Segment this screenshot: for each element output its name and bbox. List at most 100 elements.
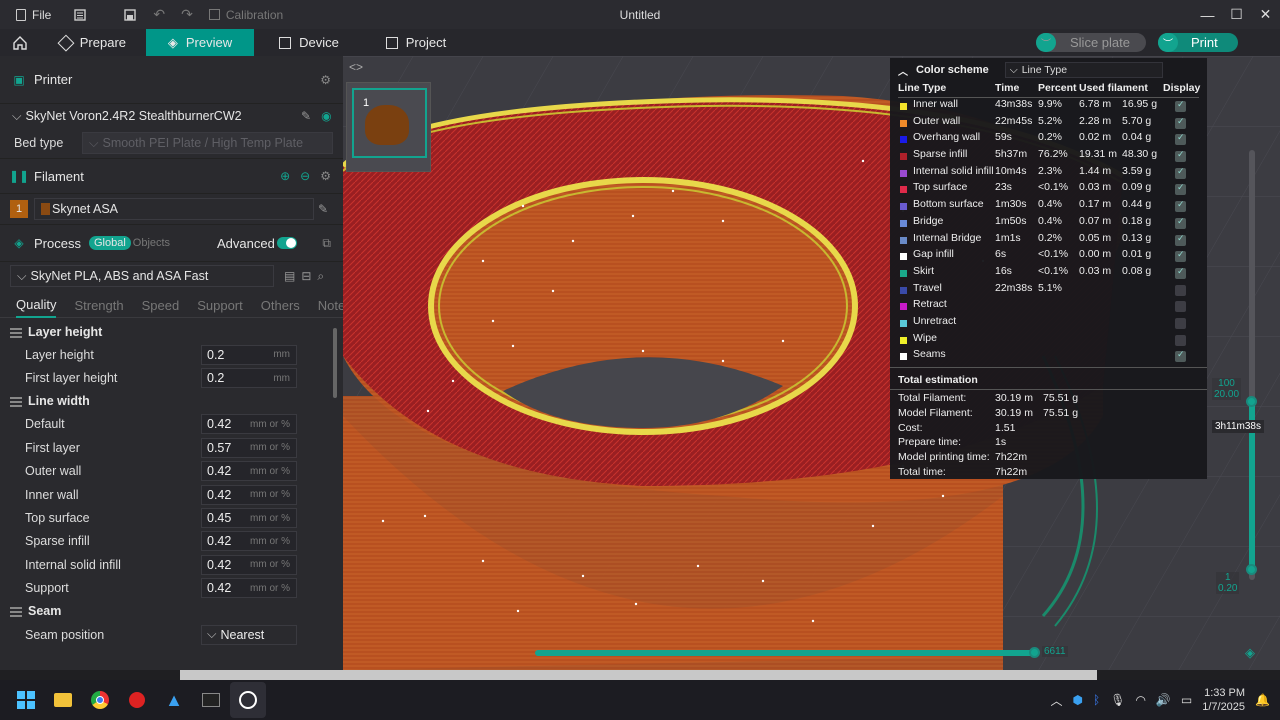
home-icon[interactable]: [0, 29, 40, 56]
add-filament-icon[interactable]: ⊕: [280, 169, 290, 183]
legend-display-checkbox[interactable]: [1175, 199, 1186, 213]
param-input[interactable]: 0.42 mm or %: [201, 531, 297, 552]
maximize-icon[interactable]: ☐: [1222, 0, 1251, 29]
tab-quality[interactable]: Quality: [16, 294, 57, 318]
color-scheme-label: Color scheme: [916, 64, 989, 76]
wifi-tray-icon[interactable]: ◠: [1135, 693, 1145, 707]
undo-icon[interactable]: ↶: [145, 0, 173, 29]
notification-bell-icon[interactable]: 🔔: [1255, 693, 1270, 707]
calibration-menu[interactable]: Calibration: [201, 0, 291, 29]
param-input[interactable]: 0.42 mm or %: [201, 461, 297, 482]
orca-slicer-icon[interactable]: [230, 682, 266, 718]
collapse-legend-icon[interactable]: ︿: [898, 63, 908, 78]
layers-view-icon[interactable]: ◈: [1245, 645, 1255, 661]
bed-type-select[interactable]: ⌵ Smooth PEI Plate / High Temp Plate: [82, 132, 333, 154]
tab-support[interactable]: Support: [197, 298, 243, 313]
edit-printer-icon[interactable]: ✎: [301, 109, 311, 123]
tray-chevron-icon[interactable]: ︿: [1051, 692, 1063, 709]
printer-settings-icon[interactable]: ⚙: [320, 73, 331, 87]
group-icon: [10, 325, 22, 338]
legend-display-checkbox[interactable]: [1175, 317, 1186, 329]
layer-slider-top-handle[interactable]: [1246, 396, 1257, 407]
legend-display-checkbox[interactable]: [1175, 284, 1186, 296]
volume-icon[interactable]: 🔊: [1156, 693, 1171, 707]
param-input[interactable]: 0.57 mm or %: [201, 437, 297, 458]
legend-display-checkbox[interactable]: [1175, 349, 1186, 363]
tab-device[interactable]: Device: [254, 29, 364, 56]
param-input[interactable]: 0.42 mm or %: [201, 414, 297, 435]
process-compare-icon[interactable]: ⧉: [322, 236, 331, 251]
param-input[interactable]: 0.42 mm or %: [201, 578, 297, 599]
layer-slider-bottom-handle[interactable]: [1246, 564, 1257, 575]
group-layer-height: Layer height: [0, 320, 343, 343]
terminal-icon[interactable]: [193, 682, 229, 718]
collapse-sidebar-icon[interactable]: <>: [349, 60, 363, 74]
legend-display-checkbox[interactable]: [1175, 149, 1186, 163]
tab-others[interactable]: Others: [261, 298, 300, 313]
legend-display-checkbox[interactable]: [1175, 132, 1186, 146]
close-icon[interactable]: ✕: [1251, 0, 1280, 29]
clock[interactable]: 1:33 PM 1/7/2025: [1202, 686, 1245, 714]
remove-filament-icon[interactable]: ⊖: [300, 169, 310, 183]
tab-speed[interactable]: Speed: [142, 298, 180, 313]
legend-display-checkbox[interactable]: [1175, 266, 1186, 279]
scope-global-toggle[interactable]: Global: [88, 236, 131, 250]
file-menu[interactable]: File: [0, 0, 59, 29]
advanced-switch[interactable]: [277, 237, 297, 249]
slice-chevron-icon[interactable]: ︶: [1036, 33, 1056, 52]
tab-preview[interactable]: ◈ Preview: [146, 29, 254, 56]
save-icon[interactable]: [115, 0, 145, 29]
tab-prepare[interactable]: Prepare: [40, 29, 146, 56]
param-input[interactable]: 0.2 mm: [201, 344, 297, 365]
printer-select[interactable]: ⌵ SkyNet Voron2.4R2 StealthburnerCW2: [10, 105, 295, 127]
color-scheme-select[interactable]: ⌵ Line Type: [1004, 62, 1163, 78]
param-input[interactable]: 0.42 mm or %: [201, 484, 297, 505]
print-chevron-icon[interactable]: ︶: [1158, 33, 1178, 52]
file-explorer-icon[interactable]: [45, 682, 81, 718]
tab-notes[interactable]: Notes: [318, 298, 343, 313]
legend-display-checkbox[interactable]: [1175, 116, 1186, 129]
minimize-icon[interactable]: —: [1193, 0, 1222, 29]
legend-display-checkbox[interactable]: [1175, 216, 1186, 229]
legend-display-checkbox[interactable]: [1175, 182, 1186, 196]
filament-select[interactable]: Skynet ASA: [34, 198, 314, 220]
move-slider[interactable]: [535, 650, 1035, 656]
menu-icon[interactable]: [65, 0, 95, 29]
scope-objects-toggle[interactable]: Objects: [133, 237, 170, 249]
security-icon[interactable]: ⬢: [1073, 693, 1083, 707]
print-button[interactable]: ︶ Print: [1158, 33, 1238, 52]
plate-thumbnail[interactable]: 1: [346, 82, 431, 172]
move-slider-handle[interactable]: [1029, 647, 1040, 658]
redo-icon[interactable]: ↷: [173, 0, 201, 29]
search-icon[interactable]: ⌕: [317, 269, 324, 284]
wifi-icon[interactable]: ◉: [321, 109, 331, 123]
collapse-preset-icon[interactable]: ⊟: [301, 269, 311, 283]
microphone-icon[interactable]: 🎙: [1110, 693, 1125, 707]
legend-display-checkbox[interactable]: [1175, 334, 1186, 346]
chrome-icon[interactable]: [82, 682, 118, 718]
horizontal-scrollbar-thumb[interactable]: [180, 670, 1097, 680]
process-preset-select[interactable]: ⌵ SkyNet PLA, ABS and ASA Fast: [10, 265, 274, 287]
param-input[interactable]: 0.45 mm or %: [201, 508, 297, 529]
tab-strength[interactable]: Strength: [74, 298, 123, 313]
app-triangle-icon[interactable]: ▲: [156, 682, 192, 718]
bluetooth-icon[interactable]: ᛒ: [1093, 693, 1100, 707]
tab-project[interactable]: Project: [364, 29, 468, 56]
save-preset-icon[interactable]: ▤: [284, 269, 295, 283]
param-row: Layer height 0.2 mm: [0, 343, 343, 366]
legend-percent: 0.4%: [1038, 214, 1062, 227]
battery-icon[interactable]: ▭: [1181, 693, 1192, 707]
edit-filament-icon[interactable]: ✎: [318, 202, 328, 216]
legend-display-checkbox[interactable]: [1175, 166, 1186, 179]
seam-position-select[interactable]: ⌵ Nearest: [201, 624, 297, 645]
app-red-icon[interactable]: [119, 682, 155, 718]
legend-display-checkbox[interactable]: [1175, 301, 1186, 313]
filament-settings-icon[interactable]: ⚙: [320, 169, 331, 183]
legend-display-checkbox[interactable]: [1175, 99, 1186, 112]
param-input[interactable]: 0.2 mm: [201, 368, 297, 389]
start-icon[interactable]: [8, 682, 44, 718]
param-input[interactable]: 0.42 mm or %: [201, 554, 297, 575]
slice-plate-button[interactable]: ︶ Slice plate: [1036, 33, 1146, 52]
legend-display-checkbox[interactable]: [1175, 233, 1186, 246]
legend-display-checkbox[interactable]: [1175, 249, 1186, 263]
